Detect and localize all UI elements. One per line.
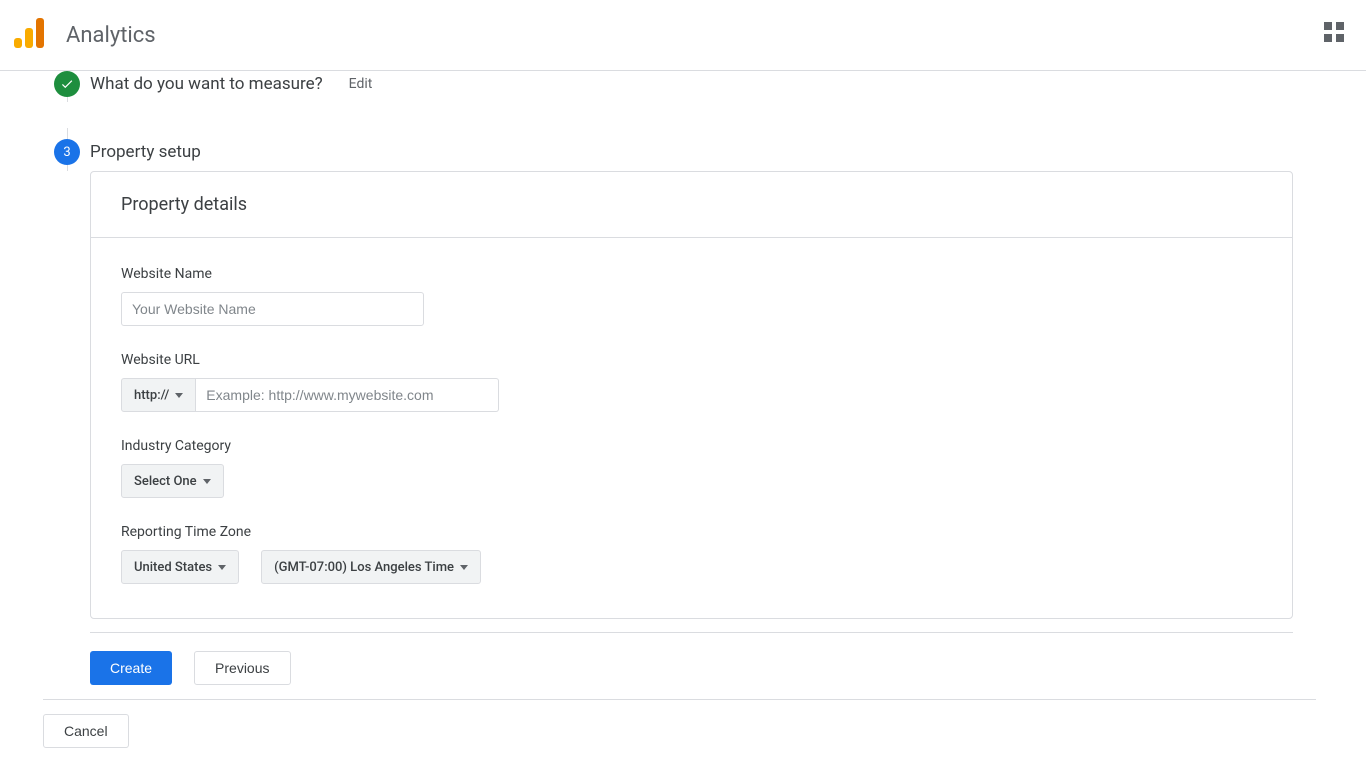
previous-button[interactable]: Previous: [194, 651, 290, 685]
website-url-label: Website URL: [121, 352, 1262, 368]
step-measure-title: What do you want to measure?: [90, 74, 323, 94]
timezone-tz-value: (GMT-07:00) Los Angeles Time: [274, 560, 454, 575]
chevron-down-icon: [460, 565, 468, 570]
website-url-input[interactable]: [196, 378, 499, 412]
timezone-country-select[interactable]: United States: [121, 550, 239, 584]
timezone-country-value: United States: [134, 560, 212, 575]
analytics-logo-icon: [14, 18, 44, 48]
card-title: Property details: [91, 172, 1292, 238]
chevron-down-icon: [218, 565, 226, 570]
timezone-label: Reporting Time Zone: [121, 524, 1262, 540]
check-icon: [60, 77, 74, 91]
app-header: Analytics: [0, 0, 1366, 71]
edit-step-link[interactable]: Edit: [349, 76, 373, 92]
protocol-select[interactable]: http://: [121, 378, 196, 412]
app-title: Analytics: [66, 23, 156, 48]
step-complete-badge: [54, 71, 80, 97]
timezone-tz-select[interactable]: (GMT-07:00) Los Angeles Time: [261, 550, 481, 584]
action-row: Create Previous: [90, 632, 1293, 699]
chevron-down-icon: [203, 479, 211, 484]
apps-grid-icon[interactable]: [1324, 22, 1344, 42]
footer-row: Cancel: [43, 699, 1316, 748]
step-current-badge: 3: [54, 139, 80, 165]
industry-value: Select One: [134, 474, 197, 489]
step-property-setup: 3 Property setup: [54, 139, 1366, 165]
industry-select[interactable]: Select One: [121, 464, 224, 498]
step-measure: What do you want to measure? Edit: [54, 71, 1366, 97]
website-name-input[interactable]: [121, 292, 424, 326]
create-button[interactable]: Create: [90, 651, 172, 685]
step-property-title: Property setup: [90, 142, 201, 162]
property-details-card: Property details Website Name Website UR…: [90, 171, 1293, 619]
industry-label: Industry Category: [121, 438, 1262, 454]
step-number: 3: [63, 145, 70, 160]
website-name-label: Website Name: [121, 266, 1262, 282]
protocol-value: http://: [134, 388, 169, 403]
cancel-button[interactable]: Cancel: [43, 714, 129, 748]
chevron-down-icon: [175, 393, 183, 398]
